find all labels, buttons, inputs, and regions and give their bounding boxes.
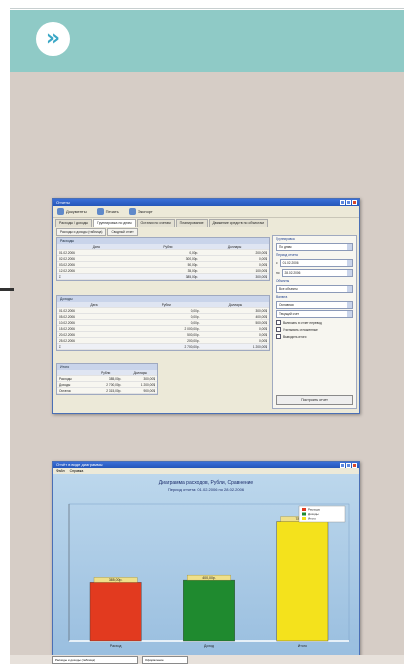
- top-rule: [10, 8, 404, 9]
- option-checkbox-totals[interactable]: Выводить итоги: [273, 333, 356, 340]
- from-date-field[interactable]: 01.02.2006: [279, 259, 353, 267]
- print-icon: [96, 208, 104, 215]
- print-button[interactable]: Печать: [96, 208, 119, 215]
- option-checkbox-transfers[interactable]: Включать в отчет перевод: [273, 319, 356, 326]
- legend-swatch-2: [302, 517, 306, 520]
- leader-line: [0, 288, 14, 291]
- bar-2: [276, 521, 329, 642]
- to-date-field[interactable]: 28.02.2006: [281, 269, 353, 277]
- documents-label: Документы: [66, 209, 87, 214]
- maximize-icon[interactable]: [346, 200, 351, 205]
- next-arrow-icon[interactable]: »: [36, 22, 70, 56]
- total-row: Σ2 700,00р. 1 200,00$: [57, 343, 269, 350]
- grouping-select[interactable]: По дням: [276, 243, 353, 251]
- tab-expenses-income[interactable]: Расходы / доходы: [55, 219, 93, 227]
- window-title: Отчёт в виде диаграммы: [56, 462, 103, 467]
- income-group: Доходы Дата Рубли Доллары 01.02.2006 0,00р.…: [56, 295, 270, 351]
- grouping-section-label: Группировка: [276, 237, 295, 241]
- account-select[interactable]: Текущий счет: [276, 310, 353, 318]
- category-label-0: Расход: [110, 644, 122, 648]
- chart-area: Диаграмма расходов, Рубли, Сравнение Пери…: [53, 474, 359, 659]
- legend-label-0: Расходы: [308, 508, 320, 512]
- export-label: Экспорт: [137, 209, 153, 214]
- window-titlebar[interactable]: Отчёт в виде диаграммы: [53, 462, 359, 468]
- table-row[interactable]: Остаток 2 315,00р. 900,00$: [57, 387, 157, 394]
- chart-title: Диаграмма расходов, Рубли, Сравнение: [159, 480, 254, 486]
- objects-select[interactable]: Все объекты: [276, 285, 353, 293]
- bar-chart: Диаграмма расходов, Рубли, СравнениеПери…: [68, 480, 350, 648]
- data-label-1: 400,00р.: [202, 576, 216, 580]
- status-field-report[interactable]: Расходы и доходы (таблица): [52, 655, 138, 664]
- minimize-icon[interactable]: [340, 463, 345, 468]
- currency-section-label: Валюта: [276, 295, 288, 299]
- category-label-2: Итого: [298, 644, 307, 648]
- expenses-group: Расходы Дата Рубли Доллары 01.02.2006 0,00р…: [56, 237, 270, 281]
- close-icon[interactable]: [352, 200, 357, 205]
- reports-window: Отчеты Документы Печать Экспорт Расходы …: [52, 198, 360, 414]
- build-report-button[interactable]: Построить отчет: [276, 395, 353, 405]
- tab-planning[interactable]: Планирование: [175, 219, 208, 227]
- status-field-style[interactable]: Оформление: [142, 655, 188, 664]
- tab-cash-flow[interactable]: Движение средств по объектам: [208, 219, 268, 227]
- legend-label-1: Доходы: [308, 512, 319, 516]
- documents-button[interactable]: Документы: [57, 208, 87, 215]
- report-tabs: Расходы / доходы Группировка по дням Ост…: [53, 218, 359, 227]
- export-button[interactable]: Экспорт: [128, 208, 153, 215]
- objects-section-label: Объекты: [276, 279, 290, 283]
- chart-subtitle: Период отчета: 01.02.2006 по 28.02.2006: [168, 487, 245, 492]
- bar-0: [89, 582, 142, 642]
- checkbox-icon[interactable]: [276, 334, 281, 339]
- documents-icon: [57, 208, 64, 215]
- minimize-icon[interactable]: [340, 200, 345, 205]
- legend-label-2: Итого: [308, 517, 316, 521]
- total-row: Σ 385,00р. 300,00$: [57, 273, 269, 280]
- export-icon: [128, 208, 136, 215]
- data-label-0: 385,00р.: [109, 578, 123, 582]
- tab-account-balances[interactable]: Остатки по счетам: [136, 219, 175, 227]
- chart-window: Отчёт в виде диаграммы Файл Справка Диаг…: [52, 461, 360, 660]
- close-icon[interactable]: [352, 463, 357, 468]
- report-options-panel: Группировка По дням Период отчета с 01.0…: [272, 235, 357, 409]
- option-checkbox-deferred[interactable]: Учитывать отложенные: [273, 326, 356, 333]
- legend-swatch-1: [302, 512, 306, 516]
- status-bar: Расходы и доходы (таблица) Оформление: [52, 655, 202, 664]
- from-label: с: [276, 261, 278, 265]
- report-tables: Расходы Дата Рубли Доллары 01.02.2006 0,00р…: [56, 235, 270, 407]
- tab-group-by-days[interactable]: Группировка по дням: [93, 219, 136, 227]
- maximize-icon[interactable]: [346, 463, 351, 468]
- window-titlebar[interactable]: Отчеты: [53, 199, 359, 206]
- print-label: Печать: [105, 209, 119, 214]
- to-label: по: [276, 271, 280, 275]
- category-label-1: Доход: [204, 644, 214, 648]
- legend-swatch-0: [302, 508, 306, 511]
- checkbox-icon[interactable]: [276, 327, 281, 332]
- checkbox-icon[interactable]: [276, 320, 281, 325]
- window-title: Отчеты: [56, 200, 70, 205]
- currency-select[interactable]: Основная: [276, 301, 353, 309]
- toolbar: Документы Печать Экспорт: [53, 206, 359, 218]
- bar-1: [183, 579, 235, 642]
- totals-group: Итого Рубли Доллары Расходы 385,00р. 300,00…: [56, 363, 158, 395]
